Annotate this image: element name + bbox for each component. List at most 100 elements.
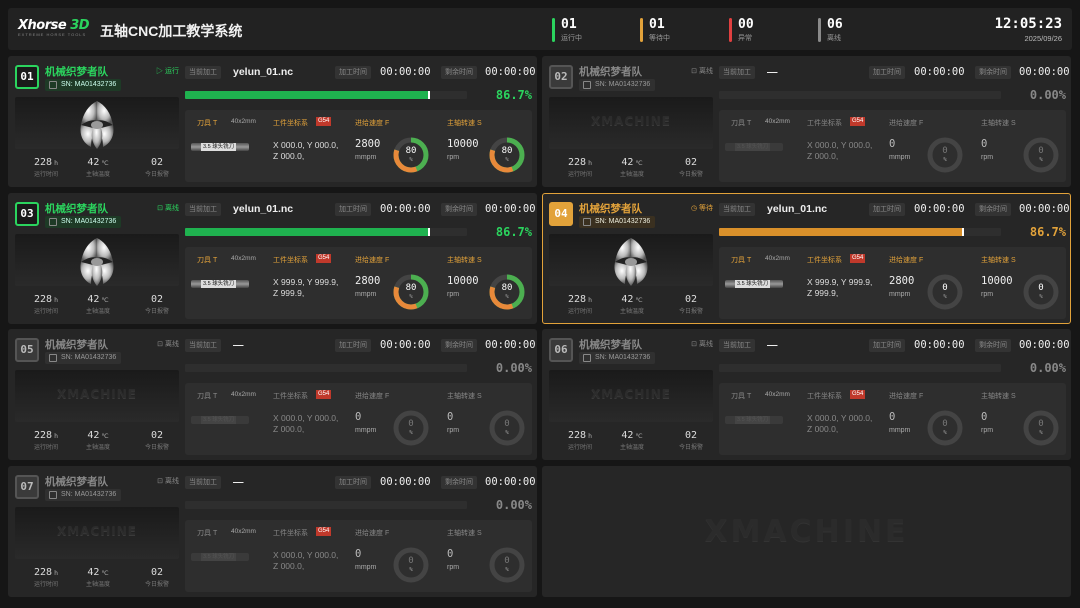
state-icon: ⊡ (157, 205, 164, 212)
part-preview: XMACHINE (549, 97, 713, 149)
remain-time: 00:00:00 (1019, 203, 1070, 215)
tool-name: 3.5 球头铣刀 (201, 416, 237, 424)
machine-card[interactable]: 01 机械织梦者队 SN: MA01432736 ▷ 运行 228 h 运行时间 … (8, 56, 537, 187)
run-time-unit: h (54, 159, 58, 167)
coord-y: 000.0, (314, 140, 339, 150)
current-file: — (767, 66, 778, 78)
state-icon: ◷ (690, 205, 698, 212)
today-alarms-label: 今日报警 (144, 309, 169, 315)
run-time-value: 228 (34, 157, 53, 168)
feed-percent: 0 (942, 419, 948, 429)
feed-percent-unit: % (943, 430, 947, 436)
remain-time-tag: 剩余时间 (441, 339, 477, 352)
spindle-temp-unit: ℃ (635, 159, 643, 167)
state-icon: ⊡ (691, 68, 698, 75)
proc-time: 00:00:00 (914, 339, 965, 351)
today-alarms: 02 今日报警 (666, 157, 716, 178)
machine-info: 02 机械织梦者队 SN: MA01432736 ⊡ 离线 XMACHINE 2… (549, 61, 713, 184)
run-time-unit: h (588, 432, 592, 440)
feed-gauge: 80% (392, 273, 430, 311)
current-job-tag: 当前加工 (185, 476, 221, 489)
progress-percent: 86.7% (1029, 225, 1066, 239)
progress-bar (185, 364, 467, 372)
progress-marker (428, 228, 431, 236)
tool-icon: 3.5 球头铣刀 (725, 414, 783, 426)
spindle-temp: 42 ℃ 主轴温度 (607, 430, 657, 451)
machining-params: 刀具 T 40x2mm 3.5 球头铣刀 工件坐标系 G54 X 000.0, … (719, 110, 1066, 182)
wcs-label: 工件坐标系 (273, 257, 308, 264)
spindle-temp-value: 42 (621, 157, 634, 168)
machine-id: 04 (549, 202, 573, 226)
remain-time: 00:00:00 (485, 476, 536, 488)
serial-number: SN: MA01432736 (45, 216, 122, 228)
coord-x: 000.0, (281, 140, 305, 150)
proc-time-tag: 加工时间 (335, 476, 371, 489)
spindle-gauge: 0% (488, 409, 526, 447)
status-bar-gray (818, 18, 821, 42)
top-bar: Xhorse 3D EXTREME HORSE TOOLS 五轴CNC加工教学系… (8, 8, 1072, 50)
state-text: 离线 (165, 205, 179, 212)
empty-slot: XMACHINE (542, 466, 1071, 597)
current-job-tag: 当前加工 (185, 339, 221, 352)
run-time: 228 h 运行时间 (21, 430, 71, 451)
wcs-badge: G54 (316, 117, 332, 126)
coordinates: X 000.0, Y 000.0, Z 000.0, (273, 550, 339, 571)
machine-card[interactable]: 07 机械织梦者队 SN: MA01432736 ⊡ 离线 XMACHINE 2… (8, 466, 537, 597)
today-alarms-value: 02 (150, 430, 164, 441)
today-alarms-value: 02 (150, 294, 164, 305)
feed-gauge: 0% (926, 273, 964, 311)
tool-name: 3.5 球头铣刀 (201, 143, 237, 151)
run-time-unit: h (588, 159, 592, 167)
proc-time: 00:00:00 (914, 66, 965, 78)
run-time: 228 h 运行时间 (555, 430, 605, 451)
spindle-temp-value: 42 (87, 157, 100, 168)
feed-gauge: 0% (926, 136, 964, 174)
tool-icon: 3.5 球头铣刀 (191, 551, 249, 563)
spindle-unit: rpm (981, 291, 994, 298)
chip-icon (583, 354, 591, 362)
clock-time: 12:05:23 (994, 16, 1062, 32)
feed-value: 0 (355, 411, 362, 423)
progress-bar (719, 91, 1001, 99)
machine-card[interactable]: 03 机械织梦者队 SN: MA01432736 ⊡ 离线 228 h 运行时间 … (8, 193, 537, 324)
chip-icon (583, 218, 591, 226)
machine-card[interactable]: 04 机械织梦者队 SN: MA01432736 ◷ 等待 228 h 运行时间 … (542, 193, 1071, 324)
today-alarms-label: 今日报警 (144, 445, 169, 451)
current-job-tag: 当前加工 (185, 66, 221, 79)
spindle-percent-unit: % (505, 157, 509, 163)
machine-card[interactable]: 05 机械织梦者队 SN: MA01432736 ⊡ 离线 XMACHINE 2… (8, 329, 537, 460)
feed-label: 进给速度 F (355, 393, 390, 400)
feed-unit: mmpm (355, 427, 377, 434)
stat-count: 06 (827, 17, 843, 32)
spindle-temp-label: 主轴温度 (85, 172, 110, 178)
tool-icon: 3.5 球头铣刀 (191, 278, 249, 290)
tool-name: 3.5 球头铣刀 (735, 280, 771, 288)
machine-card[interactable]: 06 机械织梦者队 SN: MA01432736 ⊡ 离线 XMACHINE 2… (542, 329, 1071, 460)
proc-time: 00:00:00 (914, 203, 965, 215)
feed-label: 进给速度 F (355, 530, 390, 537)
machine-card[interactable]: 02 机械织梦者队 SN: MA01432736 ⊡ 离线 XMACHINE 2… (542, 56, 1071, 187)
machining-params: 刀具 T 40x2mm 3.5 球头铣刀 工件坐标系 G54 X 999.9, … (185, 247, 532, 319)
tool-size: 40x2mm (765, 118, 790, 125)
app-title: 五轴CNC加工教学系统 (100, 23, 243, 39)
stat-error: 00 异常 (729, 18, 754, 42)
team-name: 机械织梦者队 (45, 203, 108, 215)
machine-id: 07 (15, 475, 39, 499)
feed-percent: 80 (405, 283, 417, 293)
remain-time-tag: 剩余时间 (975, 339, 1011, 352)
progress-fill (185, 91, 430, 99)
tool-label: 刀具 T (731, 120, 752, 127)
wcs-label: 工件坐标系 (807, 120, 842, 127)
coord-x: 000.0, (815, 413, 839, 423)
spindle-label: 主轴转速 S (981, 393, 1016, 400)
run-time-value: 228 (568, 430, 587, 441)
state-text: 离线 (699, 68, 713, 75)
spindle-percent: 0 (1038, 419, 1044, 429)
run-time-value: 228 (34, 294, 53, 305)
part-preview: XMACHINE (15, 370, 179, 422)
progress-bar (185, 501, 467, 509)
spindle-percent: 0 (1038, 283, 1044, 293)
feed-unit: mmpm (889, 154, 911, 161)
coordinates: X 000.0, Y 000.0, Z 000.0, (807, 140, 873, 161)
proc-time-tag: 加工时间 (335, 339, 371, 352)
